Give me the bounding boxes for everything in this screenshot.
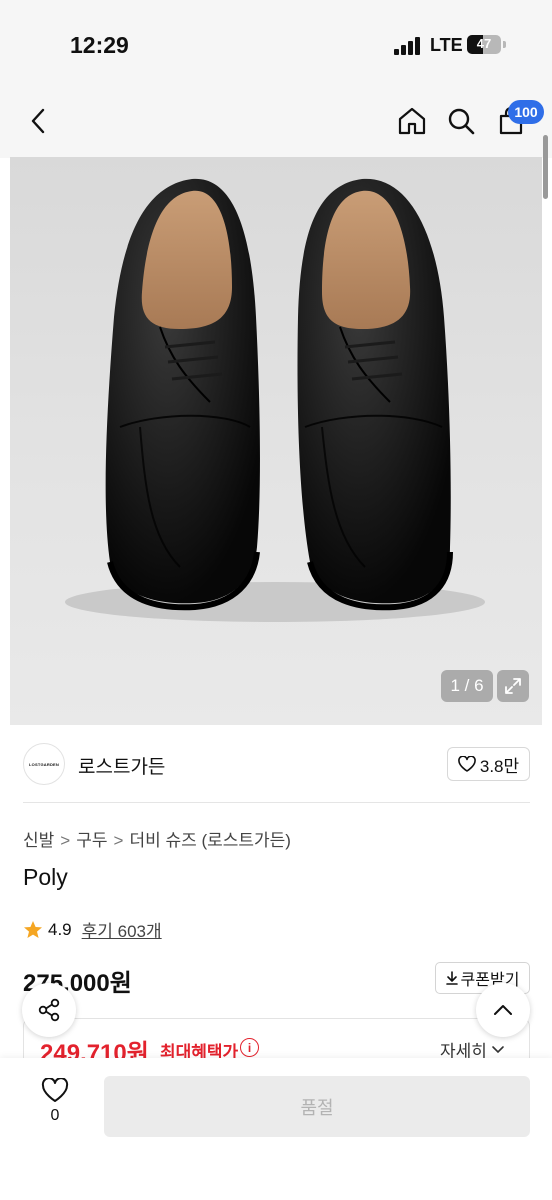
chevron-down-icon: [492, 1045, 504, 1053]
search-icon: [448, 108, 475, 135]
brand-like-button[interactable]: 3.8만: [447, 747, 530, 781]
page-scrollbar[interactable]: [543, 135, 548, 199]
breadcrumb-item-shoes[interactable]: 신발: [23, 831, 54, 850]
breadcrumb-item-derby[interactable]: 더비 슈즈 (로스트가든): [129, 831, 291, 850]
expand-icon: [505, 678, 521, 694]
rating-row: 4.9 후기 603개: [23, 917, 162, 942]
signal-icon: [394, 37, 420, 55]
product-image[interactable]: [10, 157, 542, 725]
battery-level: 47: [476, 36, 492, 51]
back-button[interactable]: [21, 103, 57, 139]
breadcrumb-separator: >: [60, 831, 71, 850]
cart-count-badge: 100: [508, 100, 544, 124]
shoes-photo: [65, 178, 485, 622]
brand-logo-text: LOSTGARDEN: [29, 761, 59, 767]
heart-icon: [41, 1078, 69, 1102]
battery-icon: 47: [467, 35, 501, 54]
home-button[interactable]: [394, 103, 430, 139]
download-icon: [445, 971, 458, 985]
home-icon: [398, 107, 426, 135]
brand-like-count: 3.8만: [479, 756, 520, 776]
expand-image-button[interactable]: [497, 670, 529, 702]
chevron-left-icon: [31, 108, 45, 134]
search-button[interactable]: [443, 103, 479, 139]
breadcrumb: 신발 > 구두 > 더비 슈즈 (로스트가든): [23, 826, 291, 851]
heart-icon: [458, 756, 476, 772]
status-bar: 12:29 LTE 47: [0, 0, 552, 90]
product-name: Poly: [23, 864, 68, 890]
chevron-up-icon: [494, 1005, 512, 1015]
wishlist-button[interactable]: 0: [30, 1078, 80, 1138]
breadcrumb-separator: >: [113, 831, 124, 850]
star-icon: [24, 920, 42, 938]
brand-logo[interactable]: LOSTGARDEN: [23, 743, 65, 785]
brand-name[interactable]: 로스트가든: [78, 752, 165, 779]
network-label: LTE: [430, 35, 463, 55]
rating-score: 4.9: [48, 919, 72, 939]
share-button[interactable]: [22, 983, 76, 1037]
share-icon: [38, 998, 60, 1022]
soldout-button[interactable]: 품절: [104, 1076, 530, 1137]
battery-tip: [503, 41, 506, 48]
wishlist-count: 0: [50, 1107, 60, 1124]
divider: [23, 802, 530, 803]
image-counter: 1 / 6: [441, 670, 493, 702]
scroll-top-button[interactable]: [476, 983, 530, 1037]
review-count-link[interactable]: 후기 603개: [82, 917, 162, 942]
status-time: 12:29: [70, 32, 129, 58]
breadcrumb-item-formal[interactable]: 구두: [76, 831, 107, 850]
info-icon[interactable]: i: [240, 1038, 259, 1057]
